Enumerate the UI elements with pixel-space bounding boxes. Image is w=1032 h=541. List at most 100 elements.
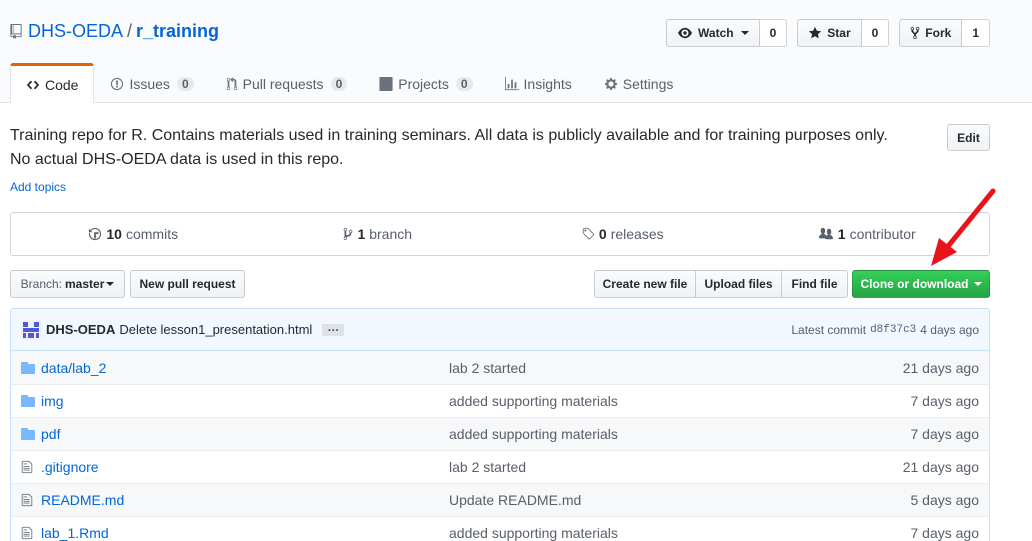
commit-expander-button[interactable]: … [322,321,345,336]
file-icon [11,526,41,540]
add-topics-link[interactable]: Add topics [10,180,66,194]
file-name-link[interactable]: data/lab_2 [41,360,449,376]
file-age: 7 days ago [910,393,980,409]
project-icon [379,77,393,91]
fork-icon [910,26,920,40]
file-commit-message[interactable]: Update README.md [449,492,869,508]
commit-sha[interactable]: d8f37c3 [870,324,916,336]
avatar[interactable] [21,319,41,340]
file-table: DHS-OEDA Delete lesson1_presentation.htm… [10,308,990,541]
commit-author[interactable]: DHS-OEDA [46,322,115,337]
issue-icon [111,77,124,91]
chevron-down-icon [740,31,749,35]
releases-label: releases [610,226,664,242]
people-icon [818,227,833,240]
file-name-link[interactable]: lab_1.Rmd [41,525,449,541]
graph-icon [504,77,519,91]
file-commit-message[interactable]: lab 2 started [449,360,869,376]
tab-settings[interactable]: Settings [588,63,690,103]
table-row: img added supporting materials 7 days ag… [11,384,989,417]
tab-code[interactable]: Code [10,63,95,104]
tab-label: Code [45,76,79,93]
numbers-summary: 10 commits 1 branch 0 releases 1 contrib… [10,212,990,256]
tab-insights[interactable]: Insights [489,63,588,103]
table-row: data/lab_2 lab 2 started 21 days ago [11,351,989,384]
projects-count-badge: 0 [455,77,473,91]
watch-button[interactable]: Watch [666,19,760,47]
file-name-link[interactable]: README.md [41,492,449,508]
branch-icon [344,227,353,241]
tab-pull-requests[interactable]: Pull requests 0 [210,63,364,103]
file-icon [11,493,41,507]
commits-count: 10 [106,226,122,242]
eye-icon [678,27,693,39]
repo-description: Training repo for R. Contains materials … [10,124,910,172]
branches-link[interactable]: 1 branch [256,213,501,255]
watch-count[interactable]: 0 [759,19,788,47]
branch-select-label: Branch: [20,277,62,291]
folder-icon [11,395,41,407]
pull-request-icon [226,77,237,91]
fork-group: Fork 1 [899,19,990,47]
file-name-link[interactable]: .gitignore [41,459,449,475]
edit-description-button[interactable]: Edit [947,124,990,151]
tab-projects[interactable]: Projects 0 [363,63,488,103]
table-row: pdf added supporting materials 7 days ag… [11,417,989,450]
gear-icon [604,77,617,91]
branch-label: branch [369,226,413,242]
code-icon [26,80,40,89]
table-row: .gitignore lab 2 started 21 days ago [11,450,989,483]
commit-message[interactable]: Delete lesson1_presentation.html [119,322,312,337]
upload-files-button[interactable]: Upload files [696,270,782,298]
star-count[interactable]: 0 [861,19,890,47]
file-age: 21 days ago [902,359,979,376]
branch-count: 1 [357,226,366,242]
chevron-down-icon [973,282,982,286]
file-name-link[interactable]: img [41,393,449,409]
create-new-file-button[interactable]: Create new file [594,270,696,298]
file-commit-message[interactable]: added supporting materials [449,525,869,541]
pull-requests-count-badge: 0 [330,77,348,91]
contributors-count: 1 [837,226,846,242]
repo-name-link[interactable]: r_training [136,21,219,42]
file-name-link[interactable]: pdf [41,426,449,442]
latest-commit-label: Latest commit [791,322,867,337]
repo-header: DHS-OEDA / r_training Watch 0 Star 0 For… [0,0,1032,104]
commits-label: commits [125,226,179,242]
tab-label: Settings [622,76,674,92]
file-age: 21 days ago [902,459,979,475]
star-button[interactable]: Star [797,19,862,47]
branch-select-button[interactable]: Branch: master [10,270,125,298]
star-label: Star [827,26,851,40]
file-commit-message[interactable]: lab 2 started [449,459,869,475]
file-age: 7 days ago [910,525,980,541]
contributors-link[interactable]: 1 contributor [745,213,990,255]
branch-select-value: master [65,277,105,291]
clone-or-download-button[interactable]: Clone or download [852,270,990,298]
commits-link[interactable]: 10 commits [11,213,256,255]
tag-icon [582,227,595,240]
fork-button[interactable]: Fork [899,19,963,47]
file-commit-message[interactable]: added supporting materials [449,393,869,409]
find-file-button[interactable]: Find file [782,270,848,298]
star-group: Star 0 [797,19,890,47]
new-pull-request-button[interactable]: New pull request [130,270,245,298]
file-list: data/lab_2 lab 2 started 21 days ago img… [11,351,989,541]
fork-label: Fork [925,26,952,40]
repo-owner-link[interactable]: DHS-OEDA [28,21,123,42]
file-age: 7 days ago [910,426,980,442]
tab-issues[interactable]: Issues 0 [94,63,209,103]
folder-icon [11,428,41,440]
clone-or-download-label: Clone or download [860,277,969,291]
table-row: README.md Update README.md 5 days ago [11,483,989,516]
commit-age: 4 days ago [920,322,979,337]
file-commit-message[interactable]: added supporting materials [449,426,869,442]
folder-icon [11,361,41,374]
releases-link[interactable]: 0 releases [500,213,745,255]
fork-count[interactable]: 1 [962,19,990,47]
description-line: No actual DHS-OEDA data is used in this … [10,151,344,168]
commit-meta: Latest commit d8f37c3 4 days ago [791,323,979,337]
watch-label: Watch [698,26,734,40]
repo-title: DHS-OEDA / r_training [10,21,219,42]
repo-icon [10,24,22,39]
